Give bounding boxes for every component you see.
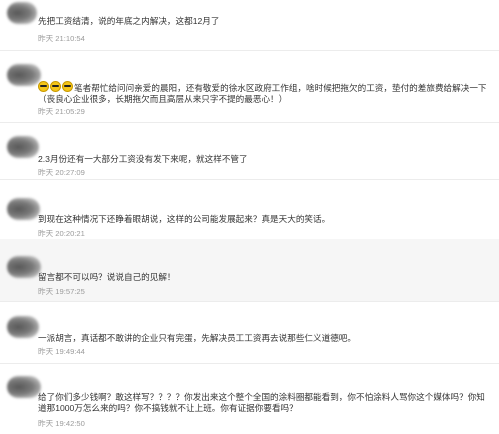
comment-timestamp: 昨天 20:27:09 [38, 168, 85, 177]
comment-item: 到现在这种情况下还睁着眼胡说，这样的公司能发展起来？真是天大的笑话。 昨天 20… [0, 179, 499, 240]
comment-item: 2.3月份还有一大部分工资没有发下来呢，就这样不管了 昨天 20:27:09 [0, 122, 499, 180]
avatar[interactable] [7, 198, 40, 220]
avatar[interactable] [7, 376, 41, 398]
avatar[interactable] [7, 316, 39, 338]
comment-timestamp: 昨天 20:20:21 [38, 229, 85, 238]
comment-text: 2.3月份还有一大部分工资没有发下来呢，就这样不管了 [38, 154, 248, 164]
comment-timestamp: 昨天 21:05:29 [38, 107, 85, 116]
comment-timestamp: 昨天 19:42:50 [38, 419, 85, 428]
avatar[interactable] [7, 64, 41, 86]
comment-text: 留言都不可以吗？说说自己的见解！ [38, 272, 176, 282]
comment-text-body: 笔者帮忙给问问亲爱的晨阳，还有敬爱的徐水区政府工作组，啥时候把拖欠的工资，垫付的… [38, 83, 487, 104]
comment-item: 先把工资结清，说的年底之内解决，这都12月了 昨天 21:10:54 [0, 0, 499, 51]
comment-timestamp: 昨天 21:10:54 [38, 34, 85, 43]
avatar[interactable] [7, 256, 41, 278]
comment-text: 笔者帮忙给问问亲爱的晨阳，还有敬爱的徐水区政府工作组，啥时候把拖欠的工资，垫付的… [38, 81, 491, 105]
comment-text: 给了你们多少钱啊？敢这样写？？？？你发出来这个整个全国的涂料圈都能看到，你不怕涂… [38, 392, 485, 413]
comment-text: 到现在这种情况下还睁着眼胡说，这样的公司能发展起来？真是天大的笑话。 [38, 214, 331, 224]
avatar[interactable] [7, 2, 37, 24]
comment-item: 留言都不可以吗？说说自己的见解！ 昨天 19:57:25 [0, 239, 499, 302]
comment-item: 一派胡言，真话都不敢讲的企业只有完蛋，先解决员工工资再去说那些仁义道德吧。 昨天… [0, 301, 499, 364]
comment-text: 一派胡言，真话都不敢讲的企业只有完蛋，先解决员工工资再去说那些仁义道德吧。 [38, 333, 356, 343]
comment-timestamp: 昨天 19:49:44 [38, 347, 85, 356]
avatar[interactable] [7, 136, 39, 158]
comment-timestamp: 昨天 19:57:25 [38, 287, 85, 296]
comment-item: 给了你们多少钱啊？敢这样写？？？？你发出来这个整个全国的涂料圈都能看到，你不怕涂… [0, 363, 499, 434]
sunglasses-emoji-icon [38, 81, 74, 93]
comment-text: 先把工资结清，说的年底之内解决，这都12月了 [38, 16, 220, 26]
comment-item: 笔者帮忙给问问亲爱的晨阳，还有敬爱的徐水区政府工作组，啥时候把拖欠的工资，垫付的… [0, 50, 499, 123]
